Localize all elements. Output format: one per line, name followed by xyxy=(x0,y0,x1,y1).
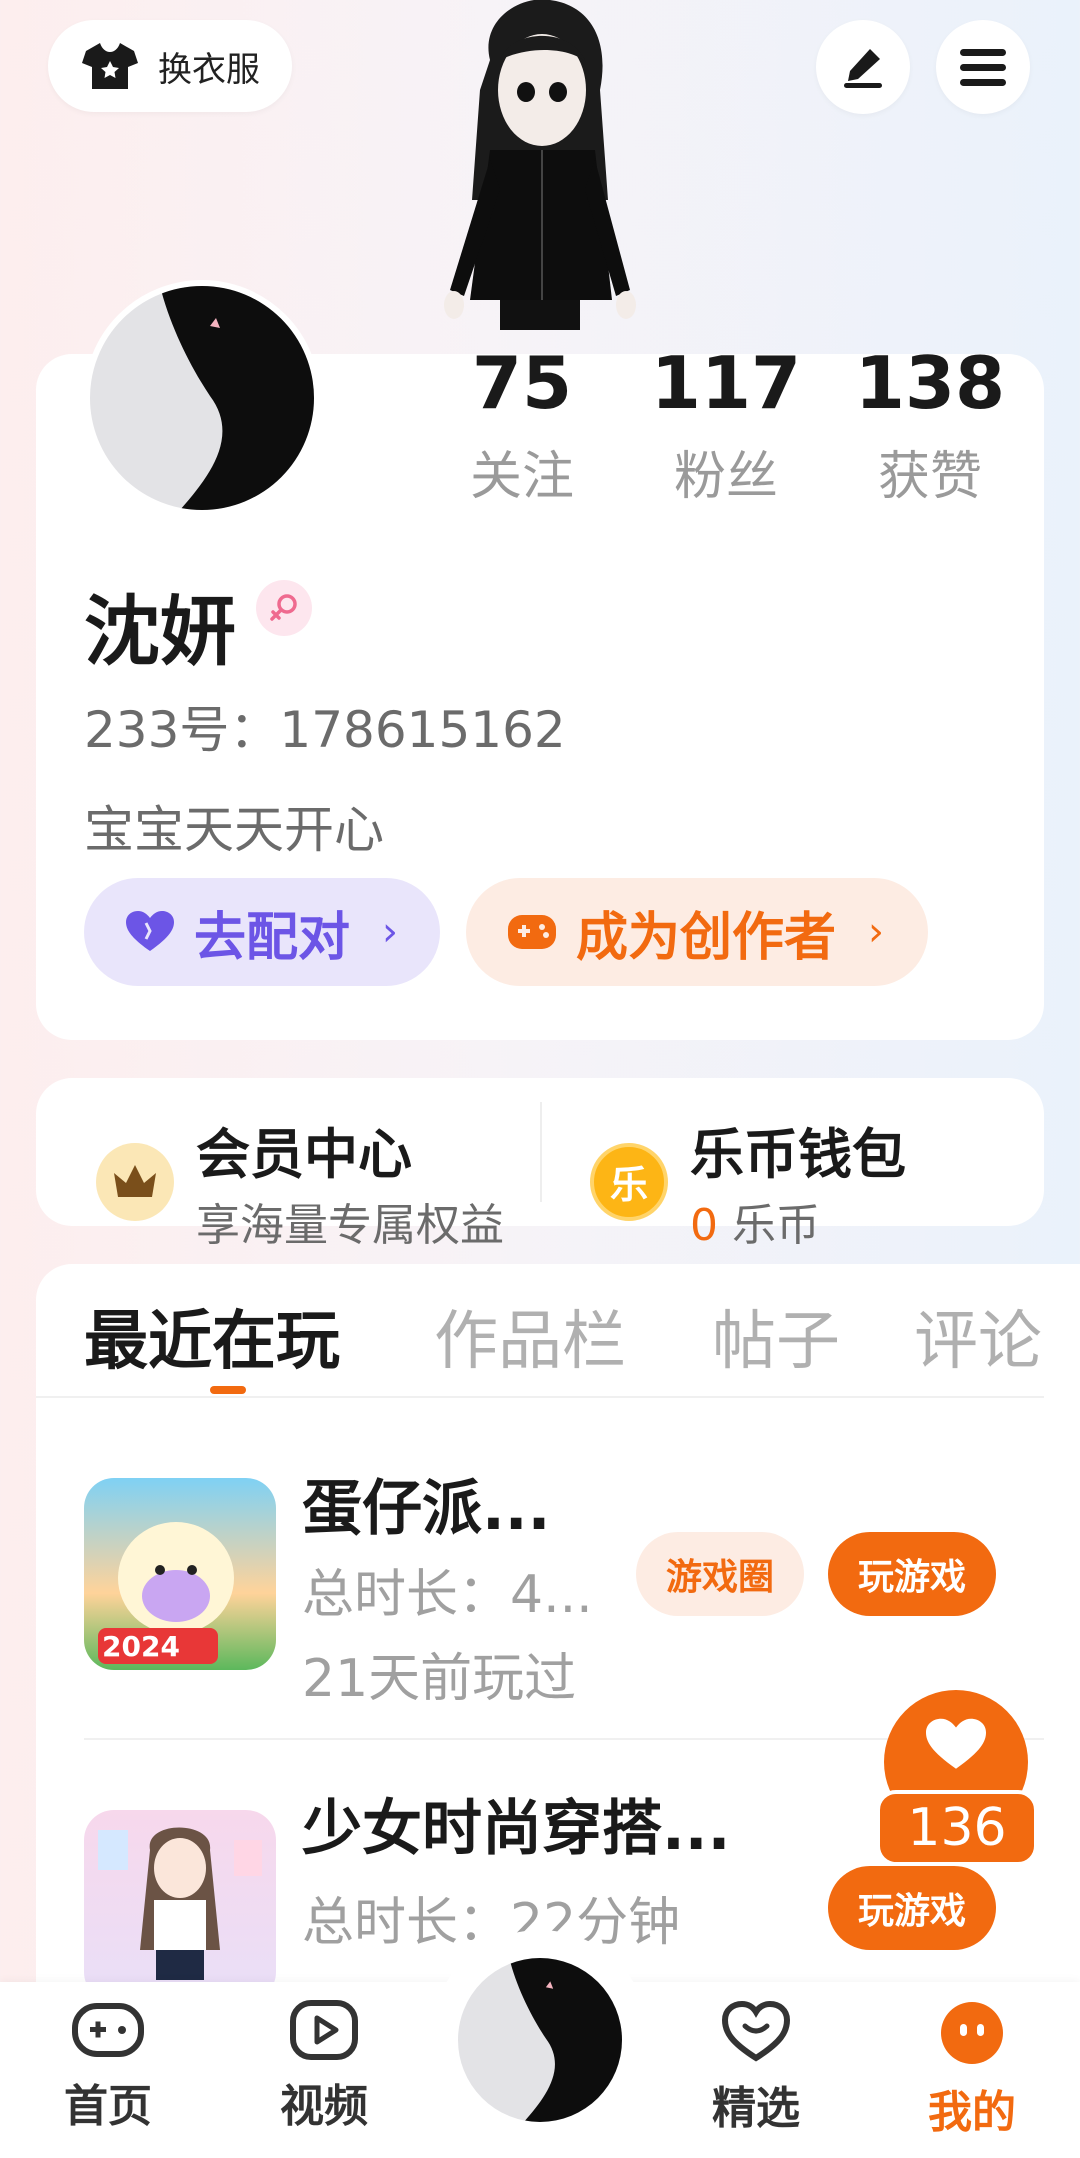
match-button[interactable]: 去配对 › xyxy=(84,878,440,986)
become-creator-label: 成为创作者 xyxy=(576,907,837,968)
tab-comments[interactable]: 评论 xyxy=(914,1290,1044,1382)
stat-likes-label: 获赞 xyxy=(877,447,982,507)
avatar-silhouette-icon xyxy=(509,1958,622,2122)
nav-label: 我的 xyxy=(928,2087,1016,2138)
chevron-right-icon: › xyxy=(382,909,399,955)
stat-fans-count: 117 xyxy=(650,341,802,425)
stat-following-count: 75 xyxy=(471,341,573,425)
stat-fans[interactable]: 117 粉丝 xyxy=(626,340,826,509)
nav-avatar-button[interactable] xyxy=(454,1954,626,2126)
user-id: 233号：178615162 xyxy=(84,701,566,759)
heart-icon xyxy=(926,1718,986,1769)
game-duration: 总时长：4... xyxy=(302,1565,593,1625)
tab-posts[interactable]: 帖子 xyxy=(712,1290,840,1382)
stat-following[interactable]: 75 关注 xyxy=(422,340,622,509)
nav-item-home[interactable]: 首页 xyxy=(28,2000,188,2134)
gamepad-icon xyxy=(72,2003,144,2057)
avatar-character-illustration[interactable] xyxy=(420,0,660,350)
tab-works[interactable]: 作品栏 xyxy=(434,1290,626,1382)
nav-label: 首页 xyxy=(64,2081,152,2132)
stat-following-label: 关注 xyxy=(469,447,574,507)
chevron-right-icon: › xyxy=(868,909,885,955)
play-game-button[interactable]: 玩游戏 xyxy=(828,1532,996,1616)
member-center-title: 会员中心 xyxy=(196,1123,412,1186)
user-name: 沈妍 xyxy=(84,587,236,676)
divider xyxy=(540,1102,542,1202)
game-title[interactable]: 蛋仔派... xyxy=(302,1460,550,1547)
divider xyxy=(36,1396,1044,1398)
nav-item-featured[interactable]: 精选 xyxy=(676,2000,836,2136)
heart-icon xyxy=(126,911,174,951)
game-icon-eggy-party[interactable]: 2024 xyxy=(84,1478,276,1670)
game-circle-button[interactable]: 游戏圈 xyxy=(636,1532,804,1616)
game-title[interactable]: 少女时尚穿搭... xyxy=(302,1780,730,1867)
stat-likes-count: 138 xyxy=(854,341,1006,425)
member-center-entry[interactable]: 会员中心 享海量专属权益 xyxy=(96,1110,504,1253)
face-icon xyxy=(941,2002,1003,2064)
play-game-button[interactable]: 玩游戏 xyxy=(828,1866,996,1950)
game-last-played: 21天前玩过 xyxy=(302,1649,577,1709)
stat-fans-label: 粉丝 xyxy=(673,447,778,507)
tab-active-indicator xyxy=(210,1386,246,1394)
nav-label: 精选 xyxy=(712,2083,800,2134)
nav-item-mine[interactable]: 我的 xyxy=(892,2000,1052,2140)
wallet-balance: 0 乐币 xyxy=(690,1189,906,1253)
game-icon-fashion-dressup[interactable] xyxy=(84,1810,276,2002)
heart-chat-icon xyxy=(721,2000,791,2062)
edit-button[interactable] xyxy=(816,20,910,114)
member-center-subtitle: 享海量专属权益 xyxy=(196,1200,504,1251)
nav-item-video[interactable]: 视频 xyxy=(244,2000,404,2134)
wallet-title: 乐币钱包 xyxy=(690,1123,906,1186)
outfit-button[interactable]: 换衣服 xyxy=(48,20,292,112)
outfit-label: 换衣服 xyxy=(158,49,260,90)
tshirt-icon xyxy=(82,43,138,89)
menu-button[interactable] xyxy=(936,20,1030,114)
menu-icon xyxy=(960,49,1006,86)
pen-icon xyxy=(844,49,882,88)
wallet-coin-unit: 乐币 xyxy=(732,1200,820,1251)
match-label: 去配对 xyxy=(194,907,351,968)
become-creator-button[interactable]: 成为创作者 › xyxy=(466,878,928,986)
stat-likes[interactable]: 138 获赞 xyxy=(830,340,1030,509)
game-icon-badge-text: 2024 xyxy=(102,1630,180,1663)
tab-recently-played[interactable]: 最近在玩 xyxy=(84,1290,340,1382)
user-bio: 宝宝天天开心 xyxy=(84,801,384,859)
nav-label: 视频 xyxy=(280,2081,368,2132)
avatar[interactable] xyxy=(84,280,320,516)
le-coin-icon: 乐 xyxy=(590,1142,668,1221)
wallet-coin-count: 0 xyxy=(690,1200,718,1251)
avatar-silhouette-icon xyxy=(160,286,314,510)
crown-icon xyxy=(96,1142,174,1221)
video-play-icon xyxy=(290,2000,358,2060)
wallet-entry[interactable]: 乐 乐币钱包 0 乐币 xyxy=(590,1110,906,1253)
female-gender-icon xyxy=(256,580,312,636)
gamepad-icon xyxy=(508,915,556,949)
like-count: 136 xyxy=(876,1790,1038,1866)
